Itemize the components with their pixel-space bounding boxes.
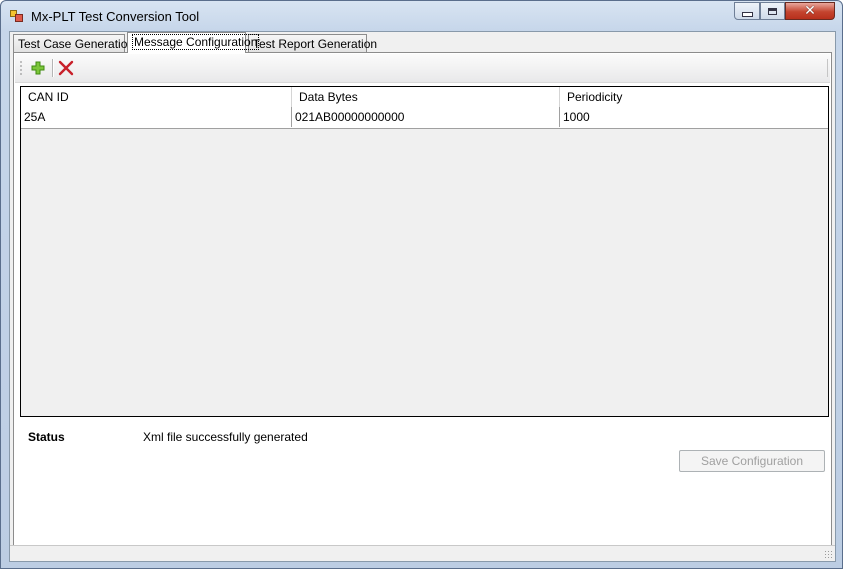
toolbar-grip[interactable] <box>20 60 22 76</box>
status-label: Status <box>28 430 65 444</box>
close-icon: ✕ <box>804 3 816 19</box>
size-grip[interactable] <box>824 550 834 560</box>
delete-row-button[interactable] <box>57 59 75 77</box>
toolbar-separator <box>52 59 53 77</box>
maximize-icon <box>768 7 777 15</box>
status-message: Xml file successfully generated <box>143 430 308 444</box>
close-button[interactable]: ✕ <box>785 2 835 20</box>
app-icon[interactable] <box>10 10 24 22</box>
toolbar-end <box>827 59 828 77</box>
add-row-button[interactable] <box>29 59 47 77</box>
grid-header: CAN ID Data Bytes Periodicity <box>21 87 828 108</box>
title-bar[interactable]: Mx-PLT Test Conversion Tool ✕ <box>1 1 842 31</box>
tab-test-case-generation[interactable]: Test Case Generation <box>13 34 134 52</box>
column-header-data-bytes[interactable]: Data Bytes <box>292 87 560 107</box>
add-plus-icon <box>31 61 45 75</box>
client-area: Test Case Generation Message Configurati… <box>9 31 836 562</box>
tab-message-configuration[interactable]: Message Configuration <box>127 32 260 53</box>
cell-periodicity[interactable]: 1000 <box>560 107 828 127</box>
tab-label: Message Configuration <box>132 34 260 50</box>
column-header-periodicity[interactable]: Periodicity <box>560 87 828 107</box>
message-configuration-panel: CAN ID Data Bytes Periodicity 25A 021AB0… <box>13 52 832 546</box>
tab-test-report-generation[interactable]: Test Report Generation <box>248 34 377 52</box>
minimize-icon <box>741 11 753 17</box>
window-title: Mx-PLT Test Conversion Tool <box>31 9 200 24</box>
status-bar <box>10 545 835 561</box>
delete-x-icon <box>58 60 74 76</box>
maximize-button[interactable] <box>760 2 785 20</box>
message-grid[interactable]: CAN ID Data Bytes Periodicity 25A 021AB0… <box>20 86 829 417</box>
tab-label: Test Report Generation <box>253 37 378 51</box>
tab-label: Test Case Generation <box>18 37 135 51</box>
toolbar <box>15 54 830 83</box>
cell-data-bytes[interactable]: 021AB00000000000 <box>292 107 560 127</box>
table-row[interactable]: 25A 021AB00000000000 1000 <box>21 107 828 129</box>
column-header-can-id[interactable]: CAN ID <box>21 87 292 107</box>
minimize-button[interactable] <box>734 2 760 20</box>
cell-can-id[interactable]: 25A <box>21 107 292 127</box>
main-window: Mx-PLT Test Conversion Tool ✕ Test Case … <box>0 0 843 569</box>
save-configuration-button[interactable]: Save Configuration <box>679 450 825 472</box>
